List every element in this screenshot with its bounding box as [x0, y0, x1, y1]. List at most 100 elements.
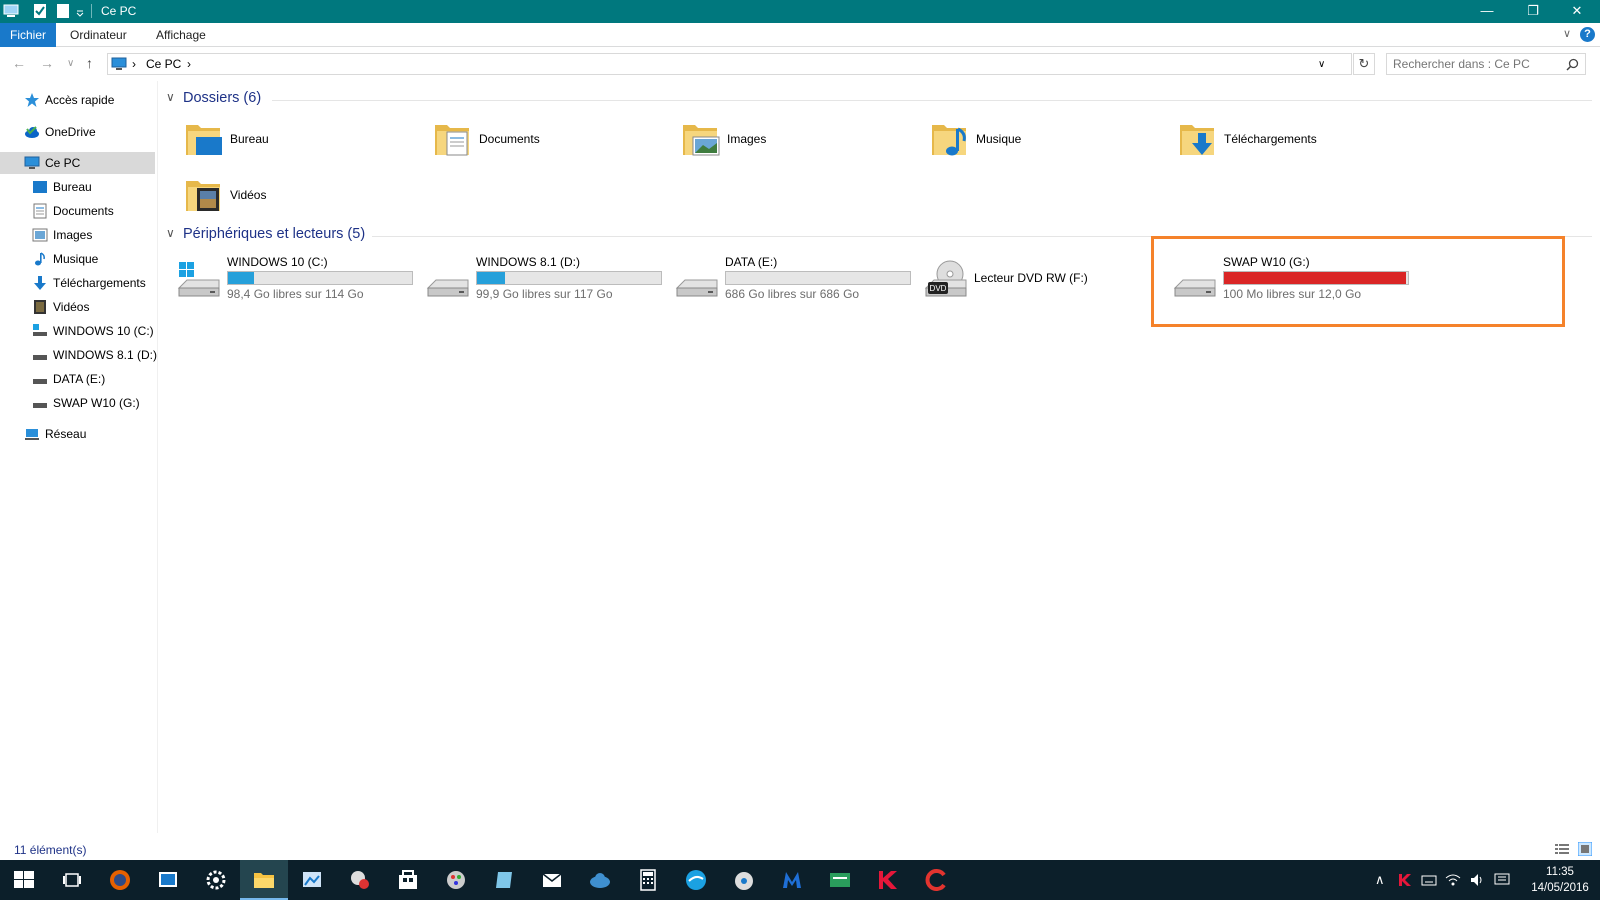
taskbar-mail[interactable]: [528, 860, 576, 900]
task-view-button[interactable]: [48, 860, 96, 900]
folder-tile-images[interactable]: Images: [681, 115, 921, 163]
firefox-icon: [110, 870, 130, 890]
taskbar-malwarebytes[interactable]: [768, 860, 816, 900]
folder-tile-musique[interactable]: Musique: [930, 115, 1170, 163]
taskbar-app[interactable]: [720, 860, 768, 900]
back-button[interactable]: ←: [12, 55, 26, 71]
close-button[interactable]: ✕: [1554, 0, 1600, 23]
show-hidden-icons-icon[interactable]: ∧: [1375, 872, 1385, 888]
recent-locations-button[interactable]: ∨: [67, 58, 74, 69]
sidebar-item-acces-rapide[interactable]: Accès rapide: [0, 89, 155, 111]
help-icon[interactable]: ?: [1580, 27, 1595, 42]
taskbar-app[interactable]: [816, 860, 864, 900]
taskbar-firefox[interactable]: [96, 860, 144, 900]
taskbar-settings[interactable]: [192, 860, 240, 900]
properties-icon[interactable]: [33, 3, 47, 19]
sidebar-item-drive-g[interactable]: SWAP W10 (G:): [0, 392, 155, 414]
expand-ribbon-icon[interactable]: ∨: [1563, 27, 1571, 40]
sidebar-item-documents[interactable]: Documents: [0, 200, 155, 222]
tab-fichier[interactable]: Fichier: [0, 23, 56, 47]
sidebar-item-images[interactable]: Images: [0, 224, 155, 246]
drive-tile-d[interactable]: WINDOWS 8.1 (D:) 99,9 Go libres sur 117 …: [426, 252, 666, 306]
sidebar-item-bureau[interactable]: Bureau: [0, 176, 155, 198]
minimize-button[interactable]: —: [1464, 0, 1510, 23]
group-header-dossiers[interactable]: ∨ Dossiers (6): [166, 90, 1596, 110]
drive-tile-c[interactable]: WINDOWS 10 (C:) 98,4 Go libres sur 114 G…: [177, 252, 417, 306]
search-icon[interactable]: [1566, 58, 1579, 71]
taskbar-app[interactable]: [288, 860, 336, 900]
folder-label: Bureau: [230, 132, 269, 146]
sidebar-item-drive-d[interactable]: WINDOWS 8.1 (D:): [0, 344, 157, 366]
breadcrumb-ce-pc[interactable]: Ce PC: [146, 57, 181, 71]
folder-tile-videos[interactable]: Vidéos: [184, 171, 424, 219]
collapse-chevron-icon[interactable]: ∨: [166, 226, 175, 240]
sidebar-item-reseau[interactable]: Réseau: [0, 423, 155, 445]
divider: [272, 100, 1592, 101]
taskbar-file-explorer[interactable]: [240, 860, 288, 900]
taskbar-app[interactable]: [432, 860, 480, 900]
address-bar[interactable]: › Ce PC › ∨: [107, 53, 1352, 75]
start-button[interactable]: [0, 860, 48, 900]
taskbar-app[interactable]: [144, 860, 192, 900]
sidebar-item-label: Vidéos: [53, 300, 90, 314]
network-icon: [25, 429, 39, 440]
settings-icon: [206, 870, 226, 890]
documents-folder-icon: [435, 125, 469, 156]
malwarebytes-icon: [783, 872, 801, 888]
search-box[interactable]: [1386, 53, 1586, 75]
large-icons-view-icon[interactable]: [1578, 842, 1592, 856]
taskbar-app[interactable]: [480, 860, 528, 900]
drive-tile-e[interactable]: DATA (E:) 686 Go libres sur 686 Go: [675, 252, 915, 306]
windows-drive-icon: [177, 262, 220, 297]
desktop-icon: [33, 181, 47, 193]
breadcrumb-separator[interactable]: ›: [132, 57, 136, 71]
sidebar-item-drive-c[interactable]: WINDOWS 10 (C:): [0, 320, 155, 342]
sidebar-item-musique[interactable]: Musique: [0, 248, 155, 270]
keyboard-tray-icon[interactable]: [1421, 872, 1437, 888]
sidebar-item-telechargements[interactable]: Téléchargements: [0, 272, 155, 294]
folder-tile-bureau[interactable]: Bureau: [184, 115, 424, 163]
desktop-folder-icon: [186, 125, 222, 155]
sidebar-item-label: WINDOWS 10 (C:): [53, 324, 154, 338]
group-header-label: Dossiers (6): [183, 90, 262, 106]
star-icon: [25, 93, 39, 107]
folder-tile-documents[interactable]: Documents: [433, 115, 673, 163]
restore-button[interactable]: ❐: [1510, 0, 1556, 23]
up-button[interactable]: ↑: [86, 55, 93, 71]
taskbar-kaspersky[interactable]: [864, 860, 912, 900]
drive-tile-f[interactable]: DVD Lecteur DVD RW (F:): [924, 252, 1164, 306]
new-folder-icon[interactable]: [56, 3, 70, 19]
task-view-icon: [63, 873, 81, 887]
wifi-icon[interactable]: [1445, 872, 1461, 888]
volume-icon[interactable]: [1469, 872, 1485, 888]
taskbar-app[interactable]: [672, 860, 720, 900]
customize-toolbar-icon[interactable]: [75, 3, 85, 19]
taskbar-cloud[interactable]: [576, 860, 624, 900]
sidebar-item-ce-pc[interactable]: Ce PC: [0, 152, 155, 174]
forward-button[interactable]: →: [40, 55, 54, 71]
computer-icon: [111, 57, 127, 70]
taskbar-app[interactable]: [336, 860, 384, 900]
tab-ordinateur[interactable]: Ordinateur: [70, 23, 127, 47]
clock[interactable]: 11:35 14/05/2016: [1528, 864, 1592, 896]
group-header-label: Périphériques et lecteurs (5): [183, 226, 366, 242]
drive-label: WINDOWS 10 (C:): [227, 255, 328, 269]
folder-tile-telechargements[interactable]: Téléchargements: [1178, 115, 1418, 163]
taskbar-store[interactable]: [384, 860, 432, 900]
sidebar-item-label: Accès rapide: [45, 93, 115, 107]
search-input[interactable]: [1393, 57, 1558, 71]
address-dropdown-icon[interactable]: ∨: [1318, 59, 1325, 70]
security-tray-icon[interactable]: [1397, 872, 1413, 888]
details-view-icon[interactable]: [1555, 843, 1569, 855]
taskbar-ccleaner[interactable]: [912, 860, 960, 900]
taskbar-calculator[interactable]: [624, 860, 672, 900]
breadcrumb-separator[interactable]: ›: [187, 57, 191, 71]
notifications-icon[interactable]: [1494, 872, 1510, 888]
refresh-button[interactable]: ↻: [1353, 53, 1375, 75]
tab-affichage[interactable]: Affichage: [156, 23, 206, 47]
sidebar-item-drive-e[interactable]: DATA (E:): [0, 368, 155, 390]
taskbar: ∧ 11:35 14/05/2016: [0, 860, 1600, 900]
sidebar-item-onedrive[interactable]: OneDrive: [0, 121, 155, 143]
collapse-chevron-icon[interactable]: ∨: [166, 90, 175, 104]
sidebar-item-videos[interactable]: Vidéos: [0, 296, 155, 318]
